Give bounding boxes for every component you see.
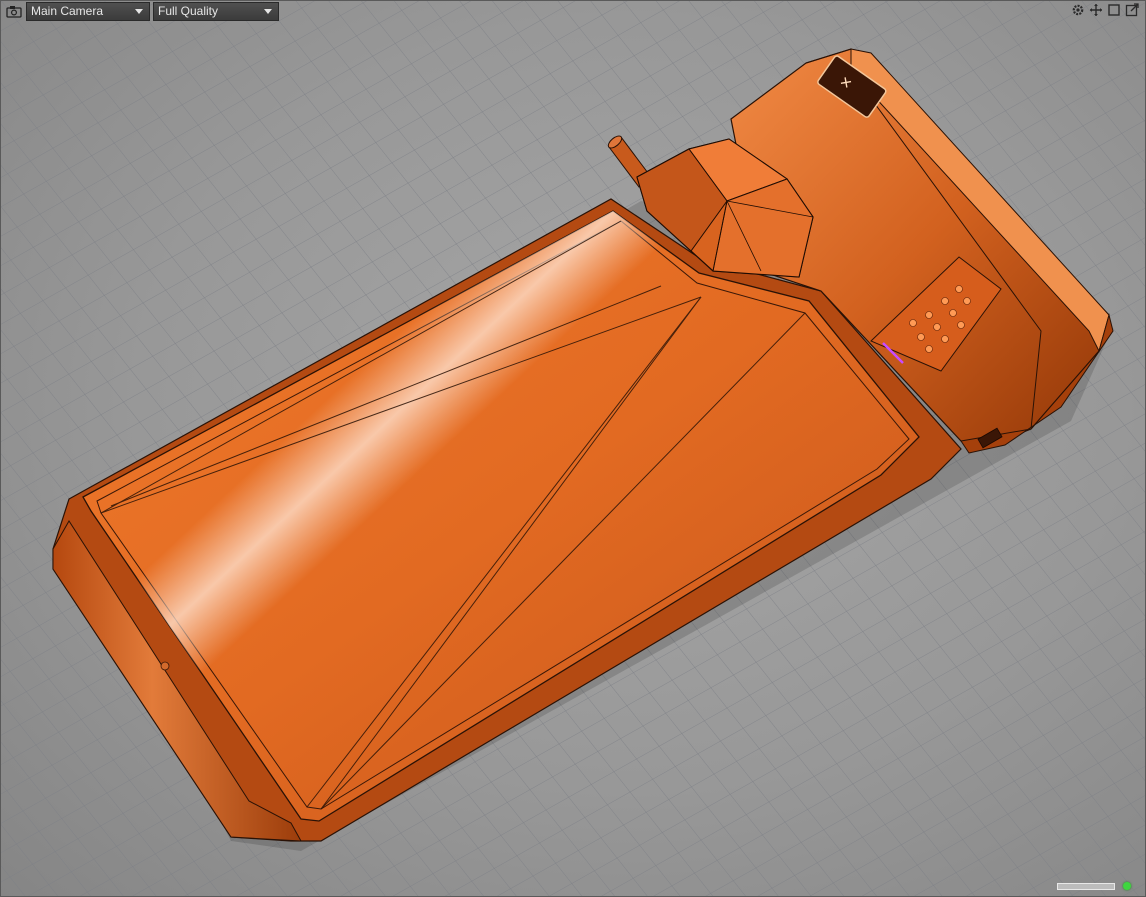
quality-select-value: Full Quality [158,4,219,18]
camera-select[interactable]: Main Camera [26,1,150,21]
maximize-icon[interactable] [1107,3,1121,17]
scene-canvas[interactable]: ✕ [1,1,1146,897]
quality-select[interactable]: Full Quality [153,1,279,21]
camera-select-value: Main Camera [31,4,104,18]
export-icon[interactable] [1125,3,1139,17]
camera-icon[interactable] [5,3,23,19]
status-indicator-icon [1123,882,1131,890]
gear-icon[interactable] [1071,3,1085,17]
chevron-down-icon [264,8,272,14]
move-icon[interactable] [1089,3,1103,17]
viewport-controls [1071,3,1139,17]
chevron-down-icon [135,8,143,14]
render-progress-bar [1057,882,1115,890]
render-status [1057,882,1131,890]
3d-viewport[interactable]: ✕ Main Camera Full Quality [0,0,1146,897]
render-progress-fill [1058,883,1114,889]
viewport-toolbar: Main Camera Full Quality [1,1,279,21]
